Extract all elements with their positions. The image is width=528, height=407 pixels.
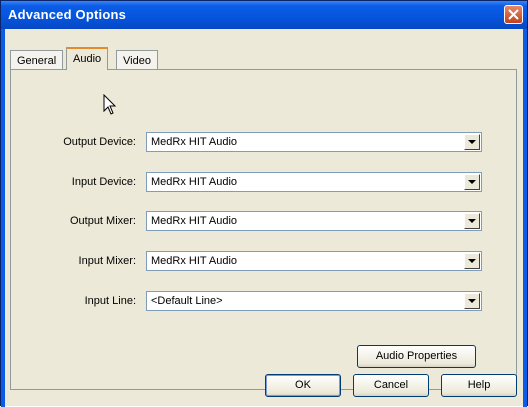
output-device-label: Output Device: <box>63 136 136 148</box>
tab-audio[interactable]: Audio <box>66 47 109 70</box>
dropdown-button[interactable] <box>464 253 480 269</box>
chevron-down-icon <box>468 219 476 223</box>
input-device-select[interactable]: MedRx HIT Audio <box>146 172 482 192</box>
mouse-pointer-icon <box>103 94 117 115</box>
audio-properties-button[interactable]: Audio Properties <box>357 345 476 368</box>
input-device-label: Input Device: <box>71 176 136 188</box>
tab-label: General <box>17 55 57 67</box>
audio-tab-panel: Output Device: MedRx HIT Audio Input Dev… <box>10 69 517 390</box>
dialog-body: General Audio Video Output Device: MedRx… <box>5 29 523 406</box>
dropdown-button[interactable] <box>464 134 480 150</box>
input-mixer-select[interactable]: MedRx HIT Audio <box>146 251 482 271</box>
window-frame-right <box>523 29 527 407</box>
tab-general[interactable]: General <box>10 50 64 70</box>
dropdown-button[interactable] <box>464 174 480 190</box>
chevron-down-icon <box>468 299 476 303</box>
dropdown-button[interactable] <box>464 213 480 229</box>
ok-button[interactable]: OK <box>265 374 341 397</box>
chevron-down-icon <box>468 140 476 144</box>
help-button[interactable]: Help <box>441 374 517 397</box>
select-value: <Default Line> <box>151 295 223 307</box>
chevron-down-icon <box>468 180 476 184</box>
tab-label: Video <box>123 55 151 67</box>
select-value: MedRx HIT Audio <box>151 215 238 227</box>
select-value: MedRx HIT Audio <box>151 176 238 188</box>
cancel-button[interactable]: Cancel <box>353 374 429 397</box>
dropdown-button[interactable] <box>464 293 480 309</box>
window-title: Advanced Options <box>8 7 127 22</box>
select-value: MedRx HIT Audio <box>151 255 238 267</box>
select-value: MedRx HIT Audio <box>151 136 238 148</box>
input-mixer-label: Input Mixer: <box>78 255 136 267</box>
chevron-down-icon <box>468 259 476 263</box>
output-device-select[interactable]: MedRx HIT Audio <box>146 132 482 152</box>
tab-video[interactable]: Video <box>116 50 158 70</box>
close-button[interactable] <box>504 5 523 24</box>
advanced-options-dialog: Advanced Options General Audio Video Out… <box>0 0 528 407</box>
close-icon <box>508 9 519 20</box>
input-line-label: Input Line: <box>84 295 136 307</box>
input-line-select[interactable]: <Default Line> <box>146 291 482 311</box>
output-mixer-select[interactable]: MedRx HIT Audio <box>146 211 482 231</box>
title-bar[interactable]: Advanced Options <box>1 1 527 29</box>
tab-label: Audio <box>73 53 102 65</box>
output-mixer-label: Output Mixer: <box>69 215 136 227</box>
